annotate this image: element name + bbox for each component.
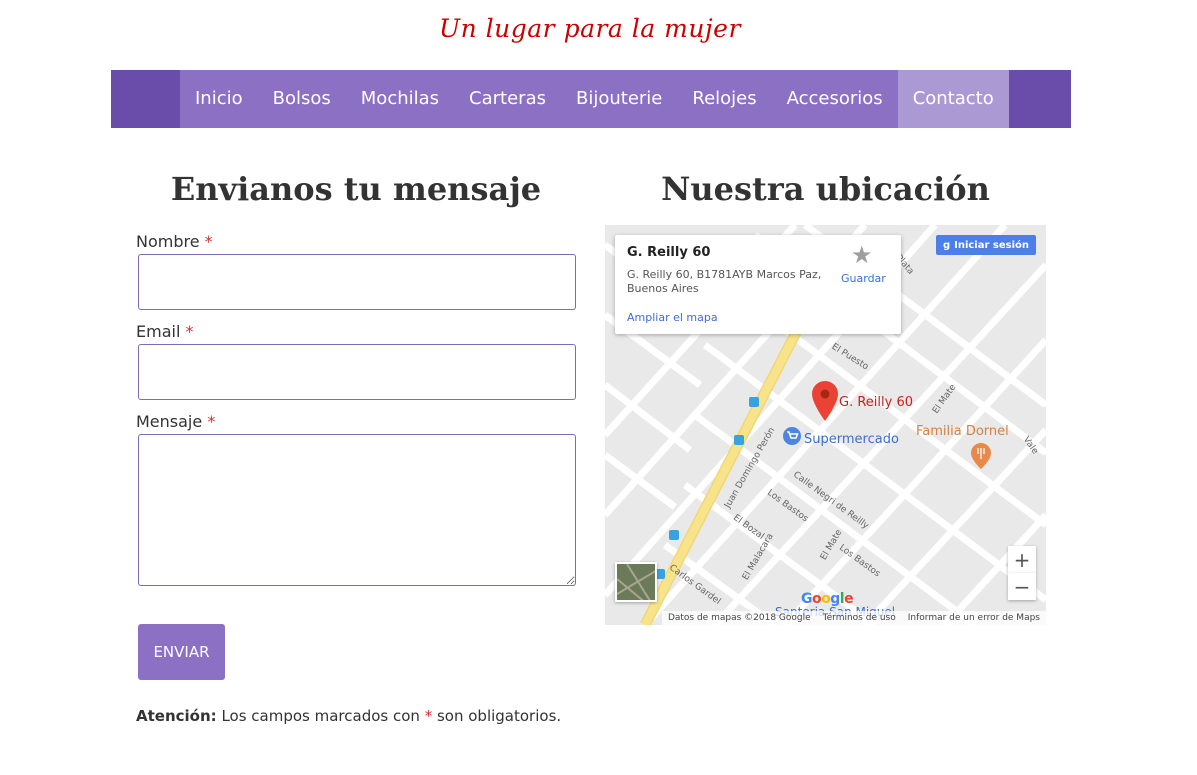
pin-label: G. Reilly 60: [839, 395, 913, 410]
map-heading: Nuestra ubicación: [661, 170, 990, 208]
signin-button[interactable]: g Iniciar sesión: [935, 235, 1036, 255]
nav-item-inicio[interactable]: Inicio: [180, 70, 258, 128]
terms-link[interactable]: Términos de uso: [823, 613, 896, 623]
nav-item-accesorios[interactable]: Accesorios: [772, 70, 898, 128]
location-pin-icon[interactable]: [812, 381, 838, 421]
message-label: Mensaje *: [136, 412, 216, 431]
name-field[interactable]: [138, 254, 576, 310]
supermarket-icon[interactable]: [782, 426, 802, 446]
restaurant-label: Familia Dornel: [916, 424, 1009, 439]
supermarket-label: Supermercado: [804, 432, 899, 447]
email-field[interactable]: [138, 344, 576, 400]
zoom-in-button[interactable]: +: [1008, 546, 1036, 573]
nav-item-mochilas[interactable]: Mochilas: [346, 70, 454, 128]
zoom-out-button[interactable]: −: [1008, 573, 1036, 600]
contact-form-heading: Envianos tu mensaje: [170, 170, 542, 208]
map-data-credit: Datos de mapas ©2018 Google: [667, 613, 811, 623]
satellite-view-toggle[interactable]: [615, 562, 657, 602]
site-tagline: Un lugar para la mujer: [439, 14, 741, 43]
message-field[interactable]: [138, 434, 576, 586]
location-map[interactable]: El Puesto El Mate Juan Domingo Perón Cal…: [605, 225, 1046, 625]
restaurant-icon[interactable]: [971, 443, 991, 469]
required-mark: *: [207, 412, 216, 431]
google-logo: Google: [801, 591, 854, 607]
place-info-card: G. Reilly 60 G. Reilly 60, B1781AYB Marc…: [615, 235, 901, 334]
google-g-icon: g: [942, 239, 951, 251]
place-address: G. Reilly 60, B1781AYB Marcos Paz, Bueno…: [627, 268, 822, 295]
place-title: G. Reilly 60: [627, 245, 711, 260]
map-attribution: Datos de mapas ©2018 Google Términos de …: [661, 611, 1046, 625]
nav-item-bijouterie[interactable]: Bijouterie: [561, 70, 677, 128]
email-label: Email *: [136, 322, 194, 341]
nav-item-contacto[interactable]: Contacto: [897, 70, 1009, 128]
nav-item-carteras[interactable]: Carteras: [454, 70, 561, 128]
expand-map-link[interactable]: Ampliar el mapa: [627, 311, 718, 324]
nav-item-relojes[interactable]: Relojes: [677, 70, 771, 128]
name-label: Nombre *: [136, 232, 213, 251]
submit-button[interactable]: ENVIAR: [138, 624, 225, 680]
star-icon[interactable]: ★: [851, 241, 873, 269]
report-error-link[interactable]: Informar de un error de Maps: [908, 613, 1040, 623]
nav-items: Inicio Bolsos Mochilas Carteras Bijouter…: [180, 70, 1009, 128]
required-mark: *: [185, 322, 194, 341]
required-notice: Atención: Los campos marcados con * son …: [136, 707, 562, 725]
required-mark: *: [204, 232, 213, 251]
nav-item-bolsos[interactable]: Bolsos: [258, 70, 346, 128]
main-navigation: Inicio Bolsos Mochilas Carteras Bijouter…: [111, 70, 1071, 128]
save-place-button[interactable]: Guardar: [841, 272, 886, 285]
satellite-thumbnail-icon: [617, 564, 655, 600]
